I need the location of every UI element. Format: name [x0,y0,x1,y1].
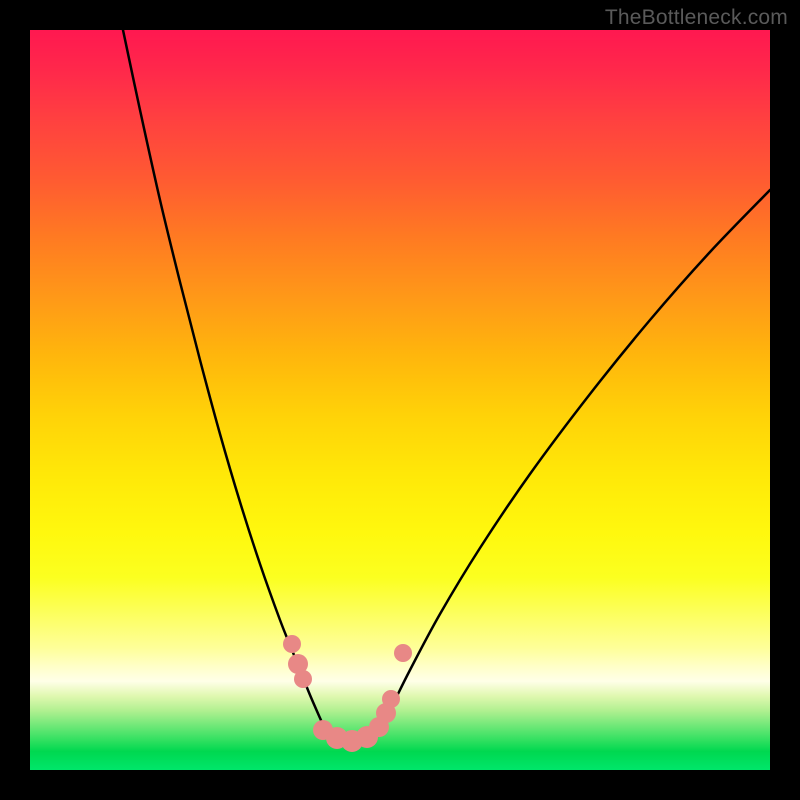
curve-left-branch [123,30,328,736]
curve-lines [123,30,770,738]
curve-right-branch [375,190,770,738]
watermark-text: TheBottleneck.com [605,6,788,30]
curve-markers [283,635,412,752]
left-marker-1 [283,635,301,653]
left-marker-3 [294,670,312,688]
chart-svg [30,30,770,770]
right-marker-3 [382,690,400,708]
chart-plot-area [30,30,770,770]
right-marker-4 [394,644,412,662]
